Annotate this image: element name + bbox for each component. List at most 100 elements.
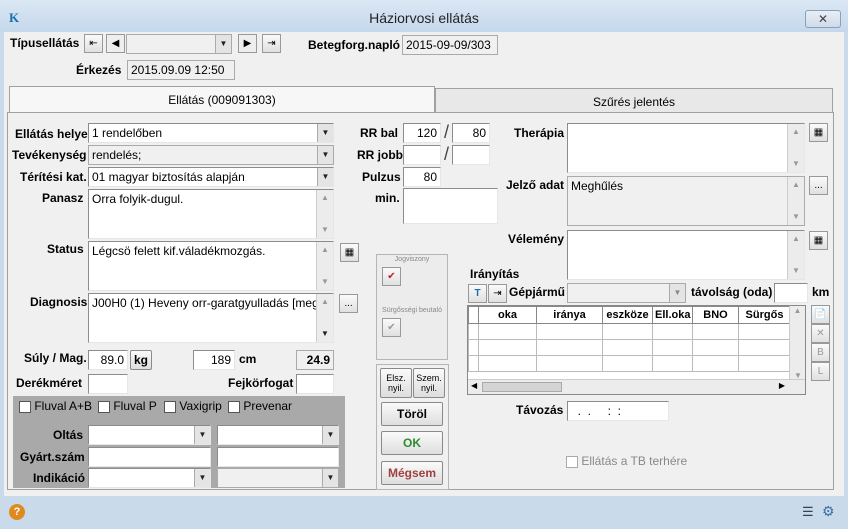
terapia-template-icon[interactable]: ▦ [809,123,828,142]
rr-bal-label: RR bal [360,126,399,140]
grid-header-bno[interactable]: BNO [692,306,739,324]
vaccine-check-vaxigrip[interactable]: Vaxigrip [164,399,222,413]
export-icon[interactable]: ⇥ [262,34,281,53]
szem-nyil-button[interactable]: Szem. nyil. [413,368,445,398]
teritesi-label: Térítési kat. [20,170,87,184]
fejkor-label: Fejkörfogat [228,376,294,390]
status-bar [0,498,848,529]
oltas-select-2[interactable]: ▼ [217,425,339,445]
jelzo-textarea[interactable]: Meghűlés ▲ ▼ [567,176,805,226]
grid-delete-icon[interactable]: ✕ [811,324,830,343]
oltas-select[interactable]: ▼ [88,425,211,445]
min-label: min. [375,191,400,205]
list-view-icon[interactable]: ☰ [802,504,814,520]
jogviszony-label: Jogviszony [394,256,430,263]
status-template-icon[interactable]: ▦ [340,243,359,262]
ellatas-helye-label: Ellátás helye [15,127,88,141]
km-label: km [812,285,830,299]
bmi-value: 24.9 [296,350,334,370]
indikacio-select[interactable]: ▼ [88,468,211,488]
grid-new-icon[interactable]: 📄 [811,305,830,324]
tavolsag-input[interactable] [774,283,808,303]
vaccine-check-fluval-p[interactable]: Fluval P [98,399,157,413]
tavozas-label: Távozás [516,403,564,417]
rr-bal-sys-input[interactable]: 120 [403,123,441,143]
rr-jobb-dia-input[interactable] [452,145,490,165]
gepjarmu-select[interactable]: ▼ [567,283,686,303]
diagnozis-browse-button[interactable]: ... [339,294,358,313]
nav-prev-icon[interactable]: ◀ [106,34,125,53]
tb-checkbox[interactable]: Ellátás a TB terhére [566,454,687,468]
ellatas-helye-select[interactable]: 1 rendelőben ▼ [88,123,334,143]
velemeny-textarea[interactable]: ▲ ▼ [567,230,805,280]
iranyitas-grid[interactable]: oka iránya eszköze Ell.oka BNO Sürgős ▲ … [467,305,806,395]
table-row[interactable] [468,339,791,356]
rr-bal-dia-input[interactable]: 80 [452,123,490,143]
magassag-input[interactable]: 189 [193,350,235,370]
betegforg-value: 2015-09-09/303 [402,35,498,55]
grid-l-button[interactable]: L [811,362,830,381]
nav-next-icon[interactable]: ▶ [238,34,257,53]
import-icon[interactable]: ⇥ [488,284,507,303]
grid-header-eszkoze[interactable]: eszköze [602,306,653,324]
window-title: Háziorvosi ellátás [369,10,479,26]
nav-first-icon[interactable]: ⇤ [84,34,103,53]
gyart-input[interactable] [88,447,211,467]
derek-label: Derékméret [16,376,83,390]
velemeny-template-icon[interactable]: ▦ [809,231,828,250]
grid-header-iranya[interactable]: iránya [536,306,603,324]
torol-button[interactable]: Töröl [381,402,443,426]
gyart-input-2[interactable] [217,447,339,467]
suly-label: Súly / Mag. [24,351,87,365]
grid-vscroll[interactable]: ▲ ▼ [789,306,805,380]
min-textarea[interactable] [403,188,498,224]
jogviszony-check-icon[interactable]: ✔ [382,267,401,286]
oltas-label: Oltás [53,428,84,442]
grid-header-surgos[interactable]: Sürgős [738,306,791,324]
help-icon[interactable]: ? [9,504,25,520]
ok-button[interactable]: OK [381,431,443,455]
terapia-textarea[interactable]: ▲ ▼ [567,123,805,173]
jelzo-browse-button[interactable]: ... [809,176,828,195]
gyart-label: Gyárt.szám [20,450,85,464]
megsem-button[interactable]: Mégsem [381,461,443,485]
tab-szures[interactable]: Szűrés jelentés [435,88,833,114]
tevekenyseg-select[interactable]: rendelés; ▼ [88,145,334,165]
erkezes-label: Érkezés [76,63,122,77]
tavozas-input[interactable]: . . : : [567,401,669,421]
betegforg-label: Betegforg.napló [308,38,400,52]
terapia-label: Therápia [514,126,565,140]
grid-b-button[interactable]: B [811,343,830,362]
iranyitas-label: Irányítás [470,267,520,281]
tipusellatas-label: Típusellátás [10,36,80,50]
fejkor-input[interactable] [296,374,334,394]
suly-input[interactable]: 89.0 [88,350,128,370]
settings-icon[interactable]: ⚙ [822,503,835,520]
diagnozis-textarea[interactable]: J00H0 (1) Heveny orr-garatgyulladás [meg… [88,293,334,343]
elsz-nyil-button[interactable]: Elsz. nyil. [380,368,412,398]
grid-header-elloka[interactable]: Ell.oka [652,306,693,324]
grid-header-oka[interactable]: oka [478,306,537,324]
table-row[interactable] [468,323,791,340]
panasz-label: Panasz [42,191,84,205]
text-format-icon[interactable]: T [468,284,487,303]
vaccine-check-prevenar[interactable]: Prevenar [228,399,292,413]
vaccine-check-fluval-ab[interactable]: Fluval A+B [19,399,92,413]
gepjarmu-label: Gépjármű [509,285,566,299]
derek-input[interactable] [88,374,128,394]
pulzus-input[interactable]: 80 [403,167,441,187]
grid-header-indicator [468,306,479,324]
tipusellatas-select[interactable]: ▼ [126,34,232,54]
tab-ellatas[interactable]: Ellátás (009091303) [9,86,435,112]
velemeny-label: Vélemény [508,232,565,246]
suly-unit-button[interactable]: kg [130,350,152,370]
surgossegi-check-icon[interactable]: ✔ [382,318,401,337]
close-button[interactable]: ✕ [805,10,841,28]
grid-hscroll[interactable]: ◀ ▶ [468,379,805,394]
table-row[interactable] [468,355,791,372]
rr-jobb-sys-input[interactable] [403,145,441,165]
indikacio-select-2[interactable]: ▼ [217,468,339,488]
status-textarea[interactable]: Légcsö felett kif.váladékmozgás. ▲ ▼ [88,241,334,291]
teritesi-select[interactable]: 01 magyar biztosítás alapján ▼ [88,167,334,187]
panasz-textarea[interactable]: Orra folyik-dugul. ▲ ▼ [88,189,334,239]
